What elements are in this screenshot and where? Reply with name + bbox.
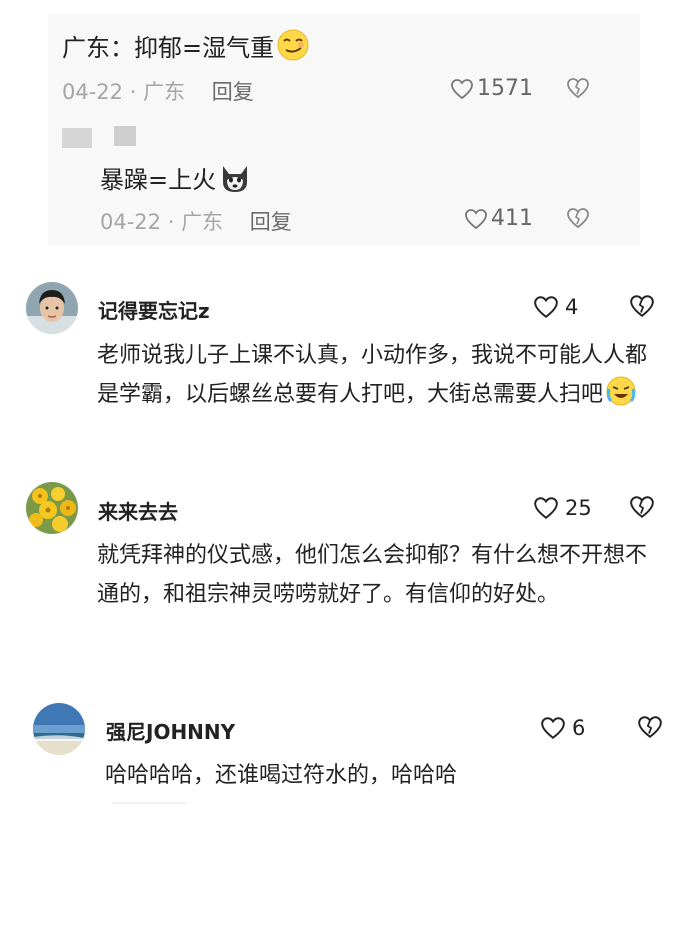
comment-username[interactable]: 来来去去 — [98, 496, 178, 525]
comment-date: 04-22 — [62, 80, 124, 104]
broken-heart-icon — [638, 716, 662, 738]
reply-button[interactable]: 回复 — [212, 80, 254, 104]
divider — [112, 802, 186, 804]
quoted-reply-like-button[interactable]: 411 — [464, 206, 533, 231]
crying-laughing-emoji-icon — [605, 375, 637, 420]
comment-username[interactable]: 记得要忘记z — [98, 295, 210, 324]
dislike-button[interactable] — [629, 495, 655, 523]
avatar[interactable] — [26, 482, 78, 534]
quoted-comment-like-button[interactable]: 1571 — [450, 76, 533, 101]
comment-location: 广东 — [181, 210, 224, 234]
broken-heart-icon — [567, 78, 589, 99]
smirking-face-emoji-icon — [276, 28, 310, 68]
heart-icon — [534, 497, 558, 519]
like-count: 6 — [572, 716, 586, 740]
person-photo-avatar-icon — [26, 282, 78, 334]
heart-icon — [534, 296, 558, 318]
avatar[interactable] — [33, 703, 85, 755]
quoted-comment-text-content: 广东：抑郁=湿气重 — [62, 34, 275, 62]
comment-location: 广东 — [143, 80, 186, 104]
like-button[interactable]: 25 — [533, 496, 592, 520]
reply-button[interactable]: 回复 — [250, 210, 292, 234]
comment-text-content: 老师说我儿子上课不认真，小动作多，我说不可能人人都是学霸，以后螺丝总要有人打吧，… — [97, 343, 648, 407]
broken-heart-icon — [567, 208, 589, 229]
broken-heart-icon — [630, 295, 654, 317]
like-button[interactable]: 4 — [533, 295, 578, 319]
broken-heart-icon — [630, 496, 654, 518]
quoted-comment-dislike-button[interactable] — [566, 77, 590, 103]
quoted-reply-text: 暴躁=上火 — [100, 160, 252, 200]
reply-avatar-placeholder — [62, 128, 92, 148]
beach-sky-avatar-icon — [33, 703, 85, 755]
comment-text: 哈哈哈哈，还谁喝过符水的，哈哈哈 — [105, 763, 458, 788]
comment-text: 就凭拜神的仪式感，他们怎么会抑郁？有什么想不开想不通的，和祖宗神灵唠唠就好了。有… — [97, 543, 648, 607]
heart-icon — [541, 717, 565, 739]
quoted-comment-text: 广东：抑郁=湿气重 — [62, 28, 310, 68]
like-count: 1571 — [477, 76, 533, 101]
comment-text: 老师说我儿子上课不认真，小动作多，我说不可能人人都是学霸，以后螺丝总要有人打吧，… — [97, 336, 657, 420]
quoted-reply-dislike-button[interactable] — [566, 207, 590, 233]
yellow-flowers-avatar-icon — [26, 482, 78, 534]
comment-username[interactable]: 强尼JOHNNY — [106, 716, 235, 745]
like-button[interactable]: 6 — [540, 716, 585, 740]
comment-date: 04-22 — [100, 210, 162, 234]
dislike-button[interactable] — [629, 294, 655, 322]
heart-icon — [465, 208, 487, 229]
husky-dog-emoji-icon — [218, 162, 252, 200]
dislike-button[interactable] — [637, 715, 663, 743]
reply-username-placeholder — [114, 126, 136, 146]
heart-icon — [451, 78, 473, 99]
quoted-reply-meta: 04-22 · 广东 回复 — [100, 210, 292, 234]
quoted-reply-text-content: 暴躁=上火 — [100, 166, 217, 194]
like-count: 25 — [565, 496, 592, 520]
like-count: 4 — [565, 295, 579, 319]
avatar[interactable] — [26, 282, 78, 334]
like-count: 411 — [491, 206, 533, 231]
quoted-comment-meta: 04-22 · 广东 回复 — [62, 80, 254, 104]
